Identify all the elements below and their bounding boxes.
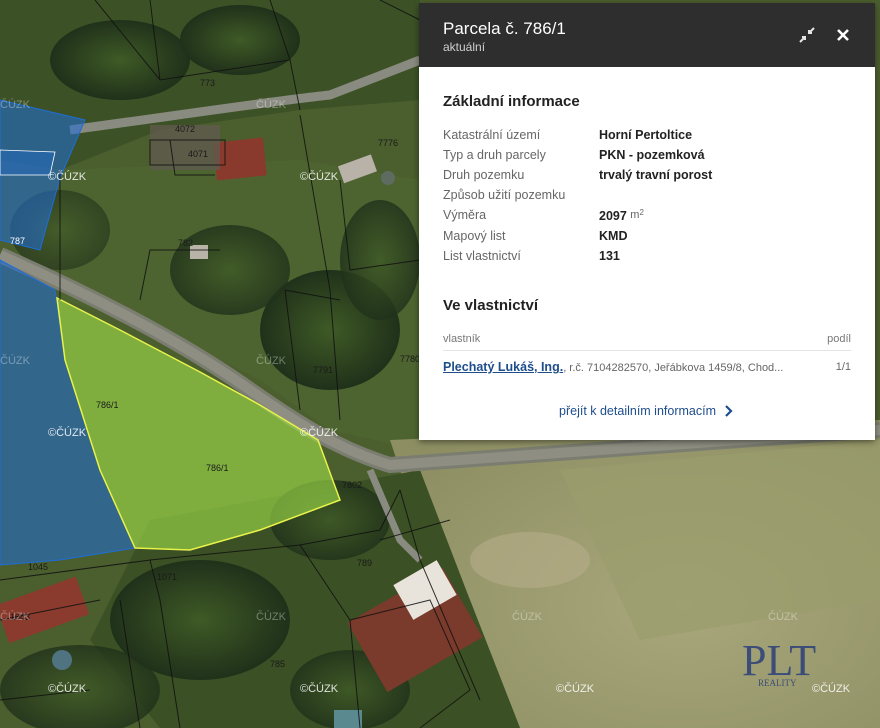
chevron-right-icon [725, 405, 734, 417]
parcel-label: 782 [178, 238, 193, 248]
cuzk-watermark: ©ČÚZK [300, 682, 339, 695]
info-value: KMD [599, 229, 628, 243]
cuzk-watermark: ©ČÚZK [48, 170, 87, 183]
parcel-label: 773 [200, 78, 215, 88]
detail-info-label: přejít k detailním informacím [559, 404, 716, 418]
ownership-divider [443, 350, 851, 351]
info-value: Horní Pertoltice [599, 128, 693, 142]
panel-subtitle: aktuální [443, 40, 486, 54]
parcel-label: 7791 [313, 365, 333, 375]
share-column-header: podíl [827, 333, 851, 345]
cuzk-watermark-faint: ČÚZK [768, 610, 799, 623]
detail-info-link[interactable]: přejít k detailním informacím [559, 404, 735, 418]
parcel-label-main-2: 786/1 [206, 463, 229, 473]
panel-title: Parcela č. 786/1 [443, 19, 566, 38]
cuzk-watermark-faint: ČÚZK [256, 354, 287, 367]
parcel-label-main: 786/1 [96, 400, 119, 410]
ownership-heading: Ve vlastnictví [443, 297, 539, 314]
parcel-label: 7776 [378, 138, 398, 148]
minimize-button[interactable] [797, 25, 817, 45]
owner-column-header: vlastník [443, 333, 481, 345]
parcel-label: 7802 [342, 480, 362, 490]
info-value: PKN - pozemková [599, 148, 705, 162]
parcel-label: 4072 [175, 124, 195, 134]
parcel-label: 1045 [28, 562, 48, 572]
cuzk-watermark-faint: ČÚZK [256, 610, 287, 623]
parcel-label: 789 [357, 558, 372, 568]
parcel-label: 1071 [157, 572, 177, 582]
info-label: Typ a druh parcely [443, 148, 546, 162]
info-label: Katastrální území [443, 128, 541, 142]
cuzk-watermark-faint: ČÚZK [512, 610, 543, 623]
close-button[interactable] [833, 25, 853, 45]
close-icon [837, 29, 849, 41]
collapse-arrows-icon [799, 27, 815, 43]
info-label: Způsob užití pozemku [443, 188, 566, 202]
cuzk-watermark-faint: ČÚZK [0, 98, 31, 111]
cuzk-watermark: ©ČÚZK [300, 170, 339, 183]
svg-text:REALITY: REALITY [758, 678, 797, 688]
cuzk-watermark: ©ČÚZK [812, 682, 851, 695]
info-label: Druh pozemku [443, 168, 525, 182]
info-value: 131 [599, 249, 620, 263]
plt-reality-logo: PLT REALITY [742, 636, 816, 688]
panel-header: Parcela č. 786/1 aktuální [419, 3, 875, 67]
cuzk-watermark: ©ČÚZK [48, 426, 87, 439]
parcel-label: 785 [270, 659, 285, 669]
owner-details: , r.č. 7104282570, Jeřábkova 1459/8, Cho… [563, 362, 784, 374]
cuzk-watermark-faint: ČÚZK [0, 610, 31, 623]
area-value: 2097 m2 [599, 208, 644, 224]
cuzk-watermark: ©ČÚZK [300, 426, 339, 439]
parcel-info-panel: Parcela č. 786/1 aktuální Základní infor… [419, 3, 875, 440]
cuzk-watermark-faint: ČÚZK [256, 98, 287, 111]
cuzk-watermark: ©ČÚZK [556, 682, 595, 695]
cuzk-watermark-faint: ČÚZK [0, 354, 31, 367]
parcel-label: 7780 [400, 354, 420, 364]
owner-name-link[interactable]: Plechatý Lukáš, Ing. [443, 360, 563, 374]
info-label: Mapový list [443, 229, 506, 243]
info-label: Výměra [443, 208, 487, 222]
basic-info-heading: Základní informace [443, 93, 580, 110]
cuzk-watermark: ©ČÚZK [48, 682, 87, 695]
owner-row: Plechatý Lukáš, Ing., r.č. 7104282570, J… [443, 360, 851, 374]
parcel-label: 787 [10, 236, 25, 246]
info-value: trvalý travní porost [599, 168, 713, 182]
info-label: List vlastnictví [443, 249, 521, 263]
parcel-label: 4071 [188, 149, 208, 159]
owner-share: 1/1 [835, 361, 851, 373]
